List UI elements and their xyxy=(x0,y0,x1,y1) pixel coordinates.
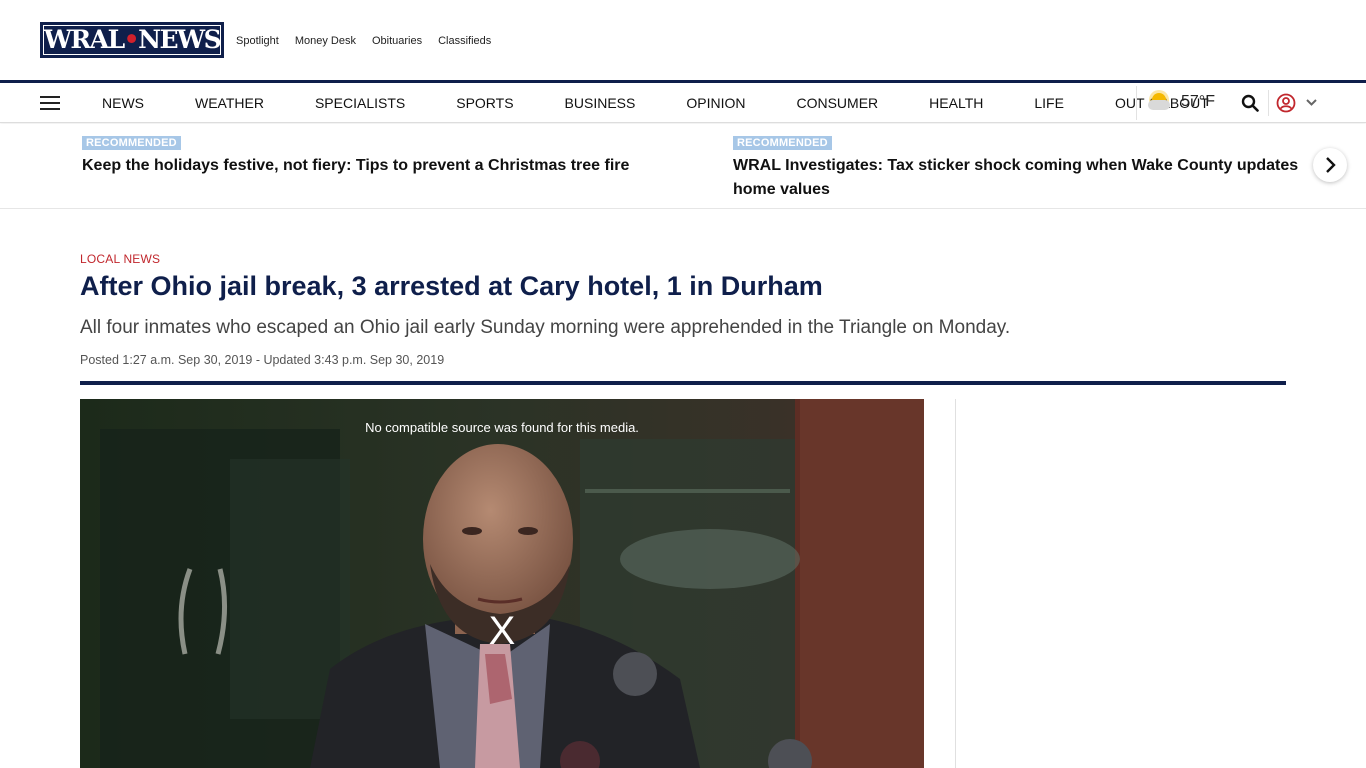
recommended-next-button[interactable] xyxy=(1313,148,1347,182)
chevron-down-icon[interactable] xyxy=(1305,97,1318,107)
recommended-title-line-2: home values xyxy=(733,181,830,198)
weather-widget[interactable]: 57°F xyxy=(1146,91,1215,113)
nav-item-weather[interactable]: WEATHER xyxy=(195,95,264,111)
article-dateline: Posted 1:27 a.m. Sep 30, 2019 - Updated … xyxy=(80,353,445,367)
nav-item-consumer[interactable]: CONSUMER xyxy=(796,95,878,111)
article-kicker[interactable]: LOCAL NEWS xyxy=(80,252,160,266)
chevron-right-icon xyxy=(1326,157,1336,173)
toplink-money-desk[interactable]: Money Desk xyxy=(295,35,356,47)
recommended-story-1[interactable]: RECOMMENDED Keep the holidays festive, n… xyxy=(82,133,629,178)
video-frame-image xyxy=(80,399,924,768)
top-links: Spotlight Money Desk Obituaries Classifi… xyxy=(236,35,491,47)
nav-divider-2 xyxy=(1268,90,1269,116)
menu-icon[interactable] xyxy=(40,96,60,110)
temperature: 57°F xyxy=(1181,93,1215,110)
nav-divider xyxy=(1136,86,1137,120)
user-icon[interactable] xyxy=(1276,93,1296,113)
toplink-obituaries[interactable]: Obituaries xyxy=(372,35,422,47)
article-header-rule xyxy=(80,381,1286,385)
article-headline: After Ohio jail break, 3 arrested at Car… xyxy=(80,271,823,301)
video-error-message: No compatible source was found for this … xyxy=(365,420,639,435)
recommended-title[interactable]: WRAL Investigates: Tax sticker shock com… xyxy=(733,154,1298,202)
recommended-title[interactable]: Keep the holidays festive, not fiery: Ti… xyxy=(82,154,629,178)
article-dek: All four inmates who escaped an Ohio jai… xyxy=(80,317,1011,338)
recommended-badge: RECOMMENDED xyxy=(733,136,832,150)
recommended-story-2[interactable]: RECOMMENDED WRAL Investigates: Tax stick… xyxy=(733,133,1298,202)
nav-item-news[interactable]: NEWS xyxy=(102,95,144,111)
recommended-title-line-1: WRAL Investigates: Tax sticker shock com… xyxy=(733,157,1299,174)
nav-item-sports[interactable]: SPORTS xyxy=(456,95,513,111)
top-bar: WRAL•NEWS Spotlight Money Desk Obituarie… xyxy=(0,0,1366,80)
logo-text-left: WRAL xyxy=(43,25,125,54)
recommended-strip: RECOMMENDED Keep the holidays festive, n… xyxy=(0,124,1366,209)
toplink-spotlight[interactable]: Spotlight xyxy=(236,35,279,47)
logo-frame: WRAL•NEWS xyxy=(43,25,222,55)
nav-item-health[interactable]: HEALTH xyxy=(929,95,983,111)
partly-cloudy-icon xyxy=(1146,91,1172,113)
video-close-button[interactable]: X xyxy=(484,611,520,651)
nav-item-business[interactable]: BUSINESS xyxy=(565,95,636,111)
logo-text: WRAL•NEWS xyxy=(43,25,222,54)
nav-items: NEWS WEATHER SPECIALISTS SPORTS BUSINESS… xyxy=(102,83,1260,123)
nav-item-opinion[interactable]: OPINION xyxy=(686,95,745,111)
toplink-classifieds[interactable]: Classifieds xyxy=(438,35,491,47)
nav-item-life[interactable]: LIFE xyxy=(1034,95,1064,111)
logo-dot: • xyxy=(123,25,140,54)
recommended-badge: RECOMMENDED xyxy=(82,136,181,150)
video-player[interactable]: No compatible source was found for this … xyxy=(80,399,924,768)
sidebar-divider xyxy=(955,399,956,768)
nav-item-specialists[interactable]: SPECIALISTS xyxy=(315,95,405,111)
wral-news-logo[interactable]: WRAL•NEWS xyxy=(40,22,224,58)
search-icon[interactable] xyxy=(1241,94,1259,112)
main-nav: NEWS WEATHER SPECIALISTS SPORTS BUSINESS… xyxy=(0,83,1366,123)
logo-text-right: NEWS xyxy=(138,25,222,54)
